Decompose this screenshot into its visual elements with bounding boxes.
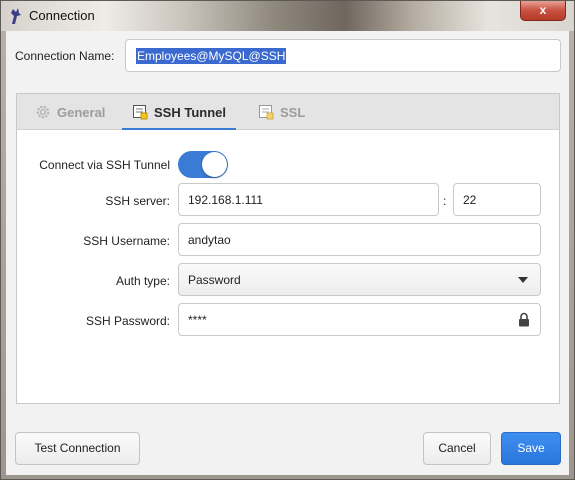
dolphin-icon bbox=[11, 8, 21, 24]
ssh-server-field[interactable]: 192.168.1.111 bbox=[178, 183, 439, 216]
chevron-down-icon bbox=[518, 277, 528, 283]
close-icon: x bbox=[539, 3, 547, 17]
connection-name-field[interactable]: Employees@MySQL@SSH bbox=[125, 39, 561, 72]
tab-ssl-label: SSL bbox=[280, 104, 306, 120]
tab-ssh-tunnel-label: SSH Tunnel bbox=[154, 104, 226, 120]
connect-via-ssh-label: Connect via SSH Tunnel bbox=[39, 158, 170, 172]
port-separator: : bbox=[443, 194, 447, 208]
connection-window: Connection x Connection Name: Employees@… bbox=[0, 0, 575, 480]
ssh-tunnel-toggle[interactable] bbox=[178, 151, 228, 178]
note-icon bbox=[133, 105, 148, 120]
tab-bar: General SSH Tunnel SSL bbox=[17, 94, 559, 130]
window-title: Connection bbox=[29, 8, 95, 23]
ssh-server-label: SSH server: bbox=[105, 194, 170, 208]
ssh-port-value: 22 bbox=[463, 193, 477, 207]
settings-panel: General SSH Tunnel SSL Connect via SSH T… bbox=[16, 93, 560, 404]
lock-icon bbox=[519, 312, 529, 327]
tab-general[interactable]: General bbox=[35, 94, 105, 130]
ssh-username-field[interactable]: andytao bbox=[178, 223, 541, 256]
close-button[interactable]: x bbox=[520, 1, 566, 21]
ssh-port-field[interactable]: 22 bbox=[453, 183, 541, 216]
title-bar: Connection x bbox=[1, 1, 574, 31]
ssh-password-value: **** bbox=[188, 313, 207, 327]
auth-type-value: Password bbox=[188, 273, 241, 287]
ssh-username-value: andytao bbox=[188, 233, 231, 247]
save-button[interactable]: Save bbox=[501, 432, 561, 465]
note-icon bbox=[259, 105, 274, 120]
ssh-server-value: 192.168.1.111 bbox=[188, 193, 263, 207]
ssh-password-label: SSH Password: bbox=[85, 314, 170, 328]
auth-type-select[interactable]: Password bbox=[178, 263, 541, 296]
dialog-body: Connection Name: Employees@MySQL@SSH Gen… bbox=[6, 31, 569, 475]
gear-icon bbox=[36, 105, 50, 119]
ssh-username-label: SSH Username: bbox=[83, 234, 170, 248]
auth-type-label: Auth type: bbox=[115, 274, 170, 288]
connection-name-value: Employees@MySQL@SSH bbox=[136, 48, 287, 64]
tab-ssh-tunnel[interactable]: SSH Tunnel bbox=[122, 94, 236, 130]
tab-general-label: General bbox=[57, 104, 106, 120]
connection-name-label: Connection Name: bbox=[15, 49, 115, 63]
cancel-button[interactable]: Cancel bbox=[423, 432, 491, 465]
ssh-password-field[interactable]: **** bbox=[178, 303, 541, 336]
test-connection-button[interactable]: Test Connection bbox=[15, 432, 140, 465]
toggle-knob bbox=[202, 152, 227, 177]
tab-ssl[interactable]: SSL bbox=[258, 94, 305, 130]
